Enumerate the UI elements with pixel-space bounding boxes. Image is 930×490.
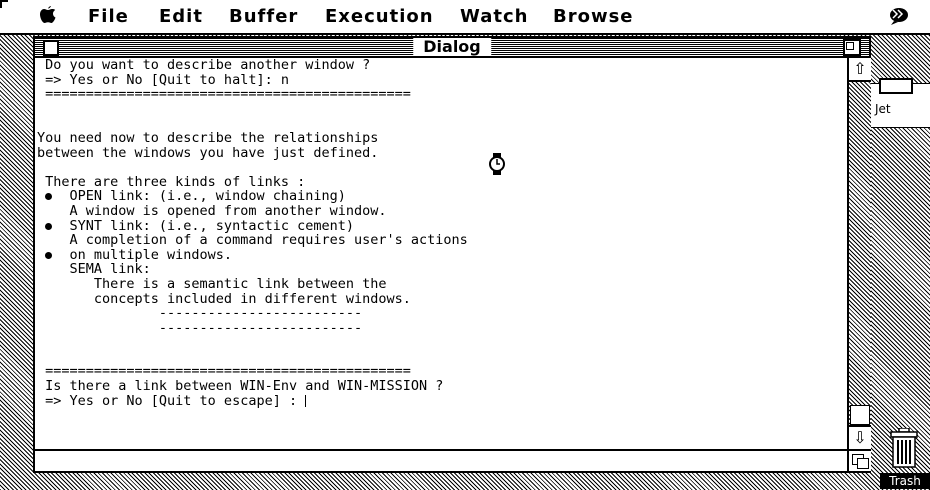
dialog-line: OPEN link: (i.e., window chaining) (37, 189, 849, 204)
menu-watch[interactable]: Watch (460, 6, 528, 27)
grow-box-icon[interactable] (847, 449, 871, 471)
dialog-line: ========================================… (37, 86, 411, 103)
dialog-line: on multiple windows. (37, 248, 849, 263)
scroll-thumb[interactable] (850, 405, 870, 425)
zoom-box-icon[interactable] (843, 39, 861, 56)
dialog-line: A window is opened from another window. (37, 202, 387, 219)
dialog-line: ------------------------- (37, 319, 363, 336)
dialog-line (37, 335, 849, 350)
background-window-titlebar[interactable] (879, 78, 913, 94)
dialog-line: ========================================… (37, 363, 411, 380)
dialog-line (37, 102, 849, 117)
dialog-line (37, 350, 849, 365)
dialog-text-area[interactable]: Do you want to describe another window ?… (35, 58, 849, 449)
dialog-line: There is a semantic link between the (37, 275, 387, 292)
trash[interactable]: Trash (880, 427, 930, 490)
text-caret (305, 394, 307, 407)
screen-corner (0, 0, 8, 8)
watch-cursor-icon (489, 153, 505, 175)
dialog-line: A completion of a command requires user'… (37, 232, 468, 249)
background-window-label: Jet (875, 102, 891, 116)
vertical-scrollbar[interactable]: ⇧ ⇩ (847, 58, 871, 449)
scroll-down-arrow-icon[interactable]: ⇩ (849, 425, 871, 449)
dialog-title: Dialog (413, 38, 491, 56)
background-window[interactable]: Jet (870, 78, 930, 128)
menu-browse[interactable]: Browse (553, 6, 634, 27)
dialog-line: between the windows you have just define… (37, 144, 379, 161)
dialog-line: ------------------------- (37, 305, 363, 322)
dialog-line: SEMA link: (37, 261, 151, 278)
scroll-up-arrow-icon[interactable]: ⇧ (849, 58, 871, 82)
dialog-line: Is there a link between WIN-Env and WIN-… (37, 378, 444, 395)
dialog-line (37, 160, 849, 175)
dialog-line: SYNT link: (i.e., syntactic cement) (37, 218, 849, 234)
trash-label: Trash (880, 473, 930, 489)
dialog-line: => Yes or No [Quit to escape] : (37, 392, 307, 409)
menu-file[interactable]: File (88, 6, 129, 27)
dialog-line: => Yes or No [Quit to halt]: n (37, 71, 289, 88)
trash-can-icon[interactable] (890, 427, 918, 468)
close-box-icon[interactable] (43, 40, 59, 56)
apple-menu-icon[interactable] (40, 5, 56, 29)
dialog-line: concepts included in different windows. (37, 290, 411, 307)
dialog-window: Dialog Do you want to describe another w… (33, 36, 871, 473)
menu-edit[interactable]: Edit (159, 6, 203, 27)
menu-buffer[interactable]: Buffer (229, 6, 298, 27)
dialog-line: You need now to describe the relationshi… (37, 129, 379, 146)
dialog-line (37, 116, 849, 131)
dialog-titlebar[interactable]: Dialog (35, 38, 869, 58)
dialog-line: Do you want to describe another window ? (37, 58, 371, 73)
balloon-help-icon[interactable] (888, 6, 910, 26)
menu-bar: File Edit Buffer Execution Watch Browse (0, 0, 930, 35)
dialog-line: There are three kinds of links : (37, 173, 306, 190)
menu-execution[interactable]: Execution (325, 6, 434, 27)
bottom-strip (35, 449, 847, 471)
